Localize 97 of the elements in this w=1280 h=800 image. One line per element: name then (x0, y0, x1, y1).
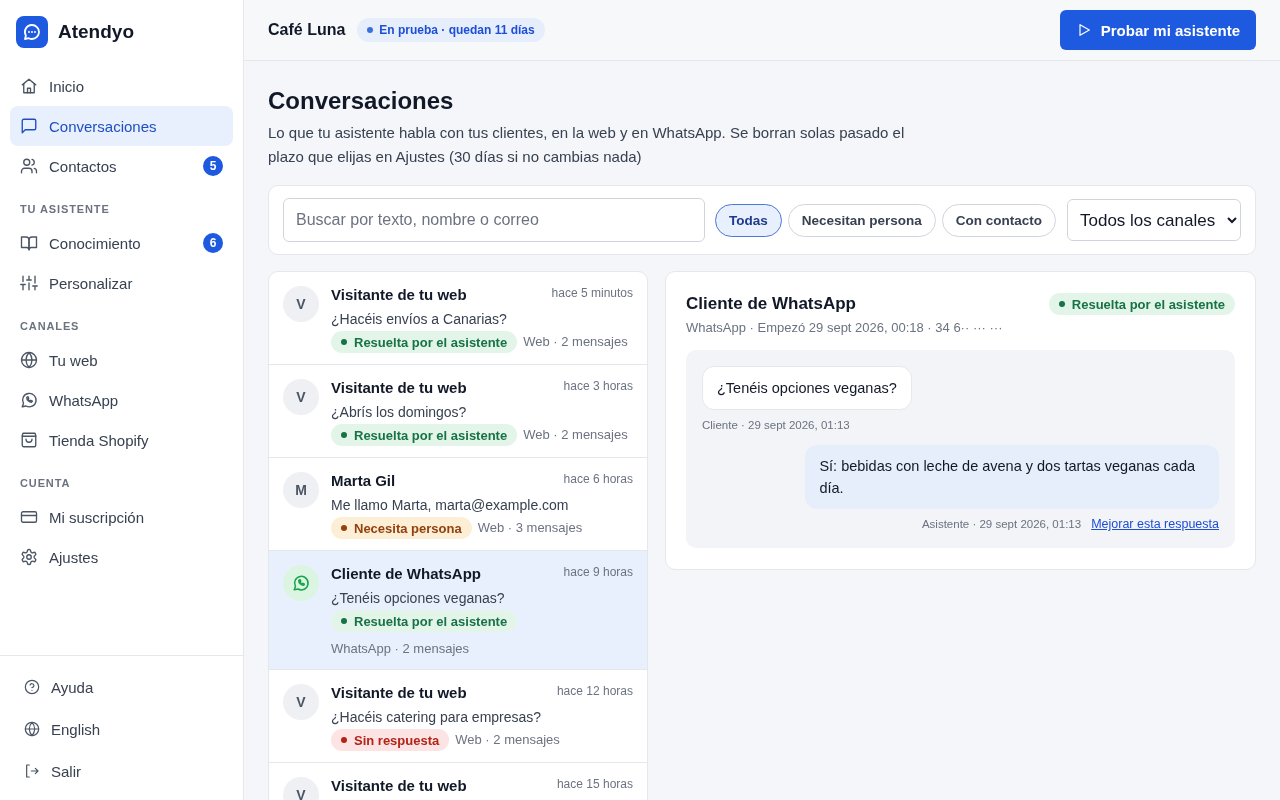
count-badge: 6 (203, 233, 223, 253)
conversation-meta: Web · 2 mensajes (523, 333, 628, 351)
dot-icon (341, 339, 347, 345)
conversation-meta: WhatsApp · 2 mensajes (331, 640, 469, 658)
timestamp: hace 6 horas (563, 471, 633, 487)
contact-name: Visitante de tu web (331, 378, 467, 398)
status-label: Resuelta por el asistente (354, 334, 508, 350)
dot-icon (367, 27, 374, 33)
logo-icon (16, 16, 48, 48)
status-label: Resuelta por el asistente (1071, 296, 1225, 312)
message-preview: ¿Hacéis envíos a Canarias? (331, 310, 508, 329)
conversation-item[interactable]: V Visitante de tu web hace 5 minutos ¿Hacéis envíos a Canarias? Resuelta por el asistente Web · 2 mensajes (269, 272, 647, 365)
sidebar-item[interactable]: Tu web (10, 340, 233, 380)
avatar: V (283, 286, 319, 322)
book-icon (20, 234, 38, 252)
timestamp: hace 15 horas (556, 776, 633, 792)
avatar: V (283, 684, 319, 720)
dot-icon (341, 737, 347, 743)
improve-answer-link[interactable]: Mejorar esta respuesta (1091, 516, 1219, 532)
detail-meta: WhatsApp · Empezó 29 sept 2026, 00:18 · 34 6·· ··· ··· (686, 319, 1004, 337)
sliders-icon (20, 274, 38, 292)
sidebar-item[interactable]: Conocimiento 6 (10, 223, 233, 263)
avatar: V (283, 379, 319, 415)
dot-icon (341, 525, 347, 531)
sidebar-item[interactable]: Personalizar (10, 263, 233, 303)
message-bubble: Sí: bebidas con leche de avena y dos tartas veganas cada día. (805, 445, 1219, 509)
status-label: Necesita persona (354, 520, 462, 536)
conversation-item[interactable]: V Visitante de tu web hace 3 horas ¿Abrís los domingos? Resuelta por el asistente Web · 2 mensajes (269, 365, 647, 458)
dot-icon (341, 618, 347, 624)
section-heading: TU ASISTENTE (19, 202, 111, 217)
timestamp: hace 3 horas (563, 378, 633, 394)
detail-title: Cliente de WhatsApp (686, 293, 856, 315)
card-icon (20, 508, 38, 526)
message-preview: ¿Abrís los domingos? (331, 403, 468, 422)
phone-bubble-icon (283, 565, 319, 601)
conversation-item[interactable]: M Marta Gil hace 6 horas Me llamo Marta, marta@example.com Necesita persona Web · 3 mensajes (269, 458, 647, 551)
sidebar-item[interactable]: WhatsApp (10, 380, 233, 420)
contact-name: Cliente de WhatsApp (331, 564, 481, 584)
timestamp: hace 9 horas (563, 564, 633, 580)
timestamp: hace 12 horas (556, 683, 633, 699)
channel-select[interactable]: Todos los canales (1067, 199, 1241, 241)
sidebar-item[interactable]: Ajustes (10, 537, 233, 577)
page-title: Conversaciones (268, 87, 455, 115)
status-label: Resuelta por el asistente (354, 613, 508, 629)
brand-name: Atendyo (58, 21, 134, 43)
bag-icon (20, 431, 38, 449)
dot-icon (1058, 301, 1065, 307)
status-label: Sin respuesta (354, 732, 440, 748)
message-preview: Me llamo Marta, marta@example.com (331, 496, 570, 515)
conversation-meta: Web · 2 mensajes (455, 731, 560, 749)
contact-name: Visitante de tu web (331, 285, 467, 305)
people-icon (20, 157, 38, 175)
sidebar-item[interactable]: Salir (12, 750, 231, 792)
sidebar-item[interactable]: Tienda Shopify (10, 420, 233, 460)
message-bubble: ¿Tenéis opciones veganas? (702, 366, 912, 410)
filter-chip[interactable]: Todas (714, 203, 782, 237)
sidebar-item[interactable]: English (12, 708, 231, 750)
conversation-item[interactable]: V Visitante de tu web hace 15 horas (269, 763, 647, 800)
sidebar-item[interactable]: Inicio (10, 66, 233, 106)
sidebar-item[interactable]: Ayuda (12, 666, 231, 708)
search-field[interactable]: Buscar por texto, nombre o correo (283, 198, 705, 242)
contact-name: Marta Gil (331, 471, 396, 491)
sidebar-item[interactable]: Mi suscripción (10, 497, 233, 537)
section-heading: CANALES (19, 319, 81, 334)
timestamp: hace 5 minutos (551, 285, 633, 301)
help-icon (24, 679, 40, 695)
message-meta: Cliente · 29 sept 2026, 01:13 (702, 418, 850, 433)
message-preview: ¿Hacéis catering para empresas? (331, 708, 543, 727)
page-description: Lo que tu asistente habla con tus clientes, en la web y en WhatsApp. Se borran solas pasado el plazo que elijas en Ajustes (30 días si no cambias nada) (268, 123, 906, 167)
globe-icon (20, 351, 38, 369)
conversation-item[interactable]: V Visitante de tu web hace 12 horas ¿Hacéis catering para empresas? Sin respuesta Web · 2 mensajes (269, 670, 647, 763)
sidebar-item[interactable]: Conversaciones (10, 106, 233, 146)
dot-icon (341, 432, 347, 438)
sidebar-item[interactable]: Contactos 5 (10, 146, 233, 186)
section-heading: CUENTA (19, 476, 72, 491)
globe-icon (24, 721, 40, 737)
settings-icon (20, 548, 38, 566)
conversation-meta: Web · 2 mensajes (523, 426, 628, 444)
status-label: Resuelta por el asistente (354, 427, 508, 443)
filter-chip[interactable]: Con contacto (941, 203, 1056, 237)
avatar: V (283, 777, 319, 800)
chat-icon (20, 117, 38, 135)
message-preview: ¿Tenéis opciones veganas? (331, 589, 506, 608)
phone-bubble-icon (20, 391, 38, 409)
filter-chip[interactable]: Necesitan persona (787, 203, 936, 237)
count-badge: 5 (203, 156, 223, 176)
contact-name: Visitante de tu web (331, 683, 467, 703)
trial-status: En prueba · quedan 11 días (379, 23, 535, 37)
contact-name: Visitante de tu web (331, 776, 467, 796)
conversation-meta: Web · 3 mensajes (477, 519, 583, 537)
home-icon (20, 77, 38, 95)
conversation-item[interactable]: Cliente de WhatsApp hace 9 horas ¿Tenéis opciones veganas? Resuelta por el asistente WhatsApp · 2 mensajes (269, 551, 647, 670)
message-meta: Asistente · 29 sept 2026, 01:13 (921, 517, 1082, 532)
avatar: M (283, 472, 319, 508)
logout-icon (24, 763, 40, 779)
test-assistant-button[interactable]: Probar mi asistente (1059, 10, 1256, 50)
business-name: Café Luna (268, 21, 346, 39)
